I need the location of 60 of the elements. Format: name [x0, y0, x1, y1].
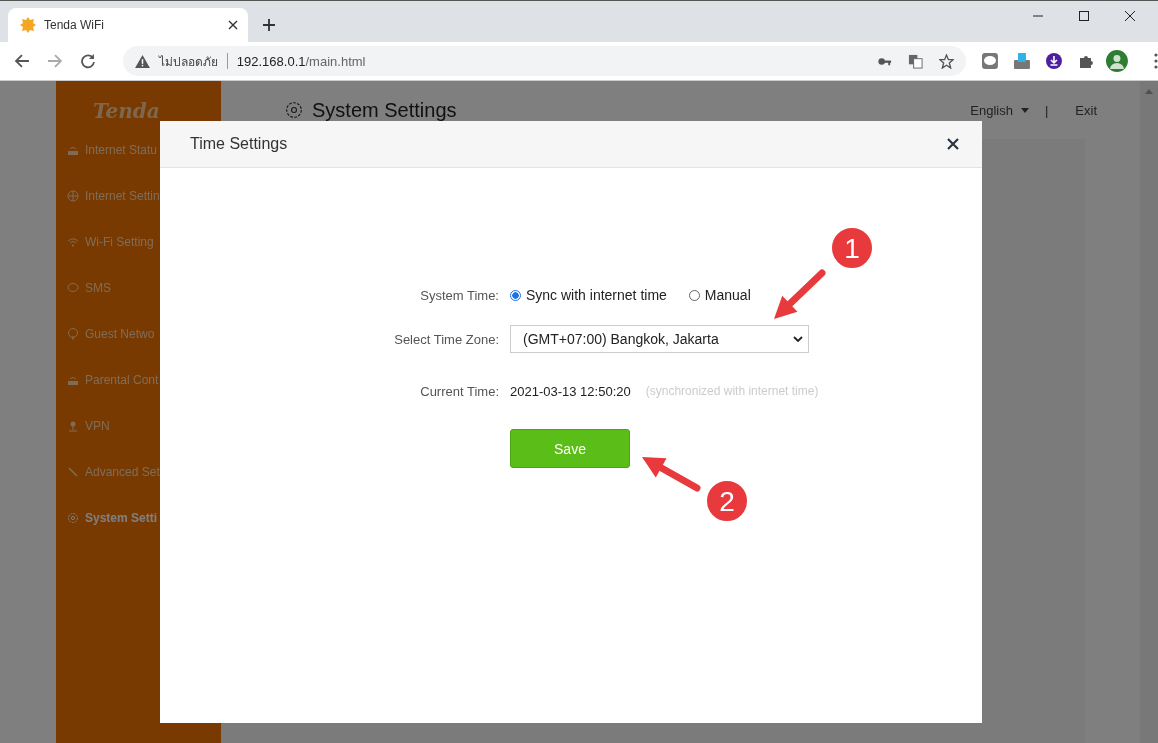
pin-icon	[67, 328, 79, 340]
keyboard-icon[interactable]	[1014, 53, 1031, 69]
profile-avatar-icon[interactable]	[1106, 50, 1129, 72]
browser-tab[interactable]: Tenda WiFi	[8, 8, 248, 42]
time-zone-dropdown[interactable]: (GMT+07:00) Bangkok, Jakarta	[510, 325, 809, 353]
reload-icon[interactable]	[79, 53, 96, 69]
sidebar-item[interactable]: System Setti	[67, 495, 221, 541]
sidebar-item[interactable]: SMS	[67, 265, 221, 311]
gear-icon	[285, 101, 303, 119]
close-icon[interactable]	[1124, 10, 1136, 22]
field-label: Select Time Zone:	[393, 330, 499, 349]
new-tab-icon[interactable]	[262, 18, 276, 32]
star-icon[interactable]	[939, 53, 955, 69]
puzzle-icon[interactable]	[1078, 53, 1095, 69]
sidebar-item[interactable]: Wi-Fi Setting	[67, 219, 221, 265]
favicon-icon	[20, 17, 36, 33]
sidebar-item[interactable]: Advanced Set	[67, 449, 221, 495]
security-label: ไม่ปลอดภัย	[158, 53, 218, 71]
sidebar-item[interactable]: Guest Netwo	[67, 311, 221, 357]
maximize-icon[interactable]	[1078, 10, 1090, 22]
sidebar-item[interactable]: Parental Cont	[67, 357, 221, 403]
exit-link[interactable]: Exit	[1075, 102, 1097, 118]
current-time-value: 2021-03-13 12:50:20	[510, 383, 631, 399]
router-icon	[67, 144, 79, 156]
page-title: System Settings	[312, 98, 457, 122]
separator: |	[1044, 102, 1049, 118]
chevron-icon	[793, 336, 803, 342]
warning-icon	[134, 54, 150, 68]
address-bar[interactable]: ไม่ปลอดภัย 192.168.0.1/main.html	[122, 46, 967, 76]
chat-bubble-icon[interactable]	[982, 53, 999, 69]
caret-icon	[1020, 107, 1029, 113]
sidebar-item[interactable]: Internet Settin	[67, 173, 221, 219]
person-icon	[67, 420, 79, 432]
step-number-badge: 1	[830, 226, 874, 270]
tab-title: Tenda WiFi	[44, 18, 106, 32]
radio-option[interactable]: Manual	[688, 287, 751, 303]
close-icon[interactable]	[228, 20, 238, 30]
close-icon[interactable]	[947, 138, 959, 150]
radio-option[interactable]: Sync with internet time	[510, 287, 667, 303]
wifi-icon	[67, 236, 79, 248]
annotation-arrow	[774, 269, 826, 319]
field-label: System Time:	[419, 286, 499, 305]
annotation-arrow	[642, 457, 701, 492]
menu-icon[interactable]	[1154, 53, 1158, 69]
globe-icon	[67, 190, 79, 202]
router-icon	[67, 374, 79, 386]
logo: Tenda	[93, 99, 161, 123]
download-icon[interactable]	[1046, 53, 1063, 69]
save-button[interactable]: Save	[510, 429, 630, 468]
language-dropdown[interactable]: English	[970, 102, 1029, 118]
url-text: 192.168.0.1/main.html	[236, 53, 366, 69]
sidebar-item[interactable]: VPN	[67, 403, 221, 449]
chat-bubble-icon	[67, 282, 79, 294]
scrollbar[interactable]	[1140, 81, 1158, 743]
step-number-badge: 2	[705, 479, 749, 523]
translate-icon[interactable]	[908, 53, 924, 69]
gear-icon	[67, 512, 79, 524]
dialog-title: Time Settings	[190, 135, 288, 153]
field-label: Current Time:	[419, 382, 499, 401]
back-icon[interactable]	[14, 53, 30, 69]
